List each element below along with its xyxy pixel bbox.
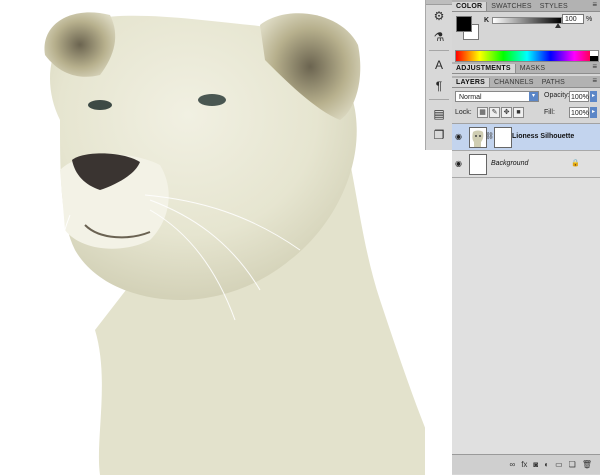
paragraph-icon[interactable]: ¶ [426, 75, 452, 96]
black-white-picker[interactable] [590, 51, 598, 61]
strip-divider [429, 99, 449, 100]
layers-bottom-bar: ∞ fx ◙ ◐ ▭ ❏ 🗑 [452, 454, 600, 474]
panel-menu-icon[interactable]: ≡ [592, 76, 597, 85]
layer-name[interactable]: Background [491, 160, 528, 167]
lock-row: Lock: ▦ ✎ ✥ ■ Fill: 100% ▸ [455, 107, 597, 119]
blend-mode-value: Normal [459, 94, 482, 101]
color-spectrum-bar[interactable] [455, 50, 599, 62]
lioness-thumbnail-image [470, 128, 486, 147]
new-group-icon[interactable]: ▭ [555, 460, 563, 469]
opacity-input[interactable]: 100% [569, 91, 589, 102]
new-layer-icon[interactable]: ❏ [569, 460, 576, 469]
layer-list: ◉ ⛓ Lioness Silhouette ◉ Background 🔒 [452, 123, 600, 454]
fx-icon[interactable]: fx [521, 460, 527, 469]
layer-row-background[interactable]: ◉ Background 🔒 [452, 151, 600, 178]
channel-label: K [484, 17, 490, 24]
delete-layer-icon[interactable]: 🗑 [582, 460, 592, 469]
layer-mask-thumbnail[interactable] [494, 127, 512, 148]
panel-menu-icon[interactable]: ≡ [592, 62, 597, 71]
layer-comps-icon[interactable]: ▤ [426, 103, 452, 124]
opacity-dropdown-icon[interactable]: ▸ [590, 91, 597, 102]
lioness-right-eye [198, 94, 226, 106]
k-slider-thumb[interactable] [555, 23, 561, 28]
blend-row: Normal ▾ Opacity: 100% ▸ [455, 91, 597, 103]
tab-layers[interactable]: LAYERS [452, 78, 490, 87]
clone-source-icon[interactable]: ⚙ [426, 5, 452, 26]
fill-input[interactable]: 100% [569, 107, 589, 118]
history-icon[interactable]: ❐ [426, 124, 452, 145]
lock-all-icon[interactable]: ■ [513, 107, 524, 118]
panel-menu-icon[interactable]: ≡ [592, 0, 597, 9]
opacity-label: Opacity: [544, 92, 570, 99]
lock-position-icon[interactable]: ✥ [501, 107, 512, 118]
brush-presets-icon[interactable]: ⚗ [426, 26, 452, 47]
lock-icon: 🔒 [571, 160, 580, 167]
color-panel-tabs: COLOR SWATCHES STYLES ≡ [452, 0, 600, 12]
link-chain-icon[interactable]: ⛓ [485, 132, 494, 140]
adjustment-layer-icon[interactable]: ◐ [544, 460, 549, 469]
add-mask-icon[interactable]: ◙ [533, 460, 538, 469]
tab-swatches[interactable]: SWATCHES [487, 2, 536, 11]
k-percent-label: % [586, 16, 593, 23]
adjustments-panel-tabs: ADJUSTMENTS MASKS ≡ [452, 62, 600, 74]
document-canvas[interactable] [0, 0, 425, 475]
eye-icon[interactable]: ◉ [455, 159, 464, 168]
lock-label: Lock: [455, 109, 472, 116]
tab-channels[interactable]: CHANNELS [490, 78, 538, 87]
lock-pixels-icon[interactable]: ✎ [489, 107, 500, 118]
foreground-color-swatch[interactable] [456, 16, 472, 32]
layers-panel: Normal ▾ Opacity: 100% ▸ Lock: ▦ ✎ ✥ ■ F… [452, 88, 600, 474]
character-icon[interactable]: A [426, 54, 452, 75]
link-layers-icon[interactable]: ∞ [509, 460, 515, 469]
right-panels: COLOR SWATCHES STYLES ≡ K 100 % ADJUSTME… [452, 0, 600, 475]
color-panel: K 100 % [452, 12, 600, 62]
fill-dropdown-icon[interactable]: ▸ [590, 107, 597, 118]
strip-divider [429, 50, 449, 51]
layer-name[interactable]: Lioness Silhouette [512, 133, 574, 140]
lock-transparency-icon[interactable]: ▦ [477, 107, 488, 118]
k-slider-track[interactable] [492, 17, 562, 24]
lioness-image [44, 12, 425, 475]
fill-label: Fill: [544, 109, 555, 116]
eye-icon[interactable]: ◉ [455, 132, 464, 141]
background-thumbnail[interactable] [469, 154, 487, 175]
lioness-left-eye [88, 100, 112, 110]
tab-paths[interactable]: PATHS [538, 78, 569, 87]
chevron-down-icon[interactable]: ▾ [529, 92, 538, 101]
tab-styles[interactable]: STYLES [536, 2, 572, 11]
tab-color[interactable]: COLOR [452, 2, 488, 11]
tab-adjustments[interactable]: ADJUSTMENTS [452, 64, 516, 73]
blend-mode-select[interactable]: Normal ▾ [455, 91, 539, 102]
panel-icon-strip: ⚙ ⚗ A ¶ ▤ ❐ [425, 0, 453, 150]
layers-panel-tabs: LAYERS CHANNELS PATHS ≡ [452, 76, 600, 88]
k-value-input[interactable]: 100 [562, 14, 584, 24]
layer-row-lioness-silhouette[interactable]: ◉ ⛓ Lioness Silhouette [452, 124, 600, 151]
tab-masks[interactable]: MASKS [516, 64, 550, 73]
